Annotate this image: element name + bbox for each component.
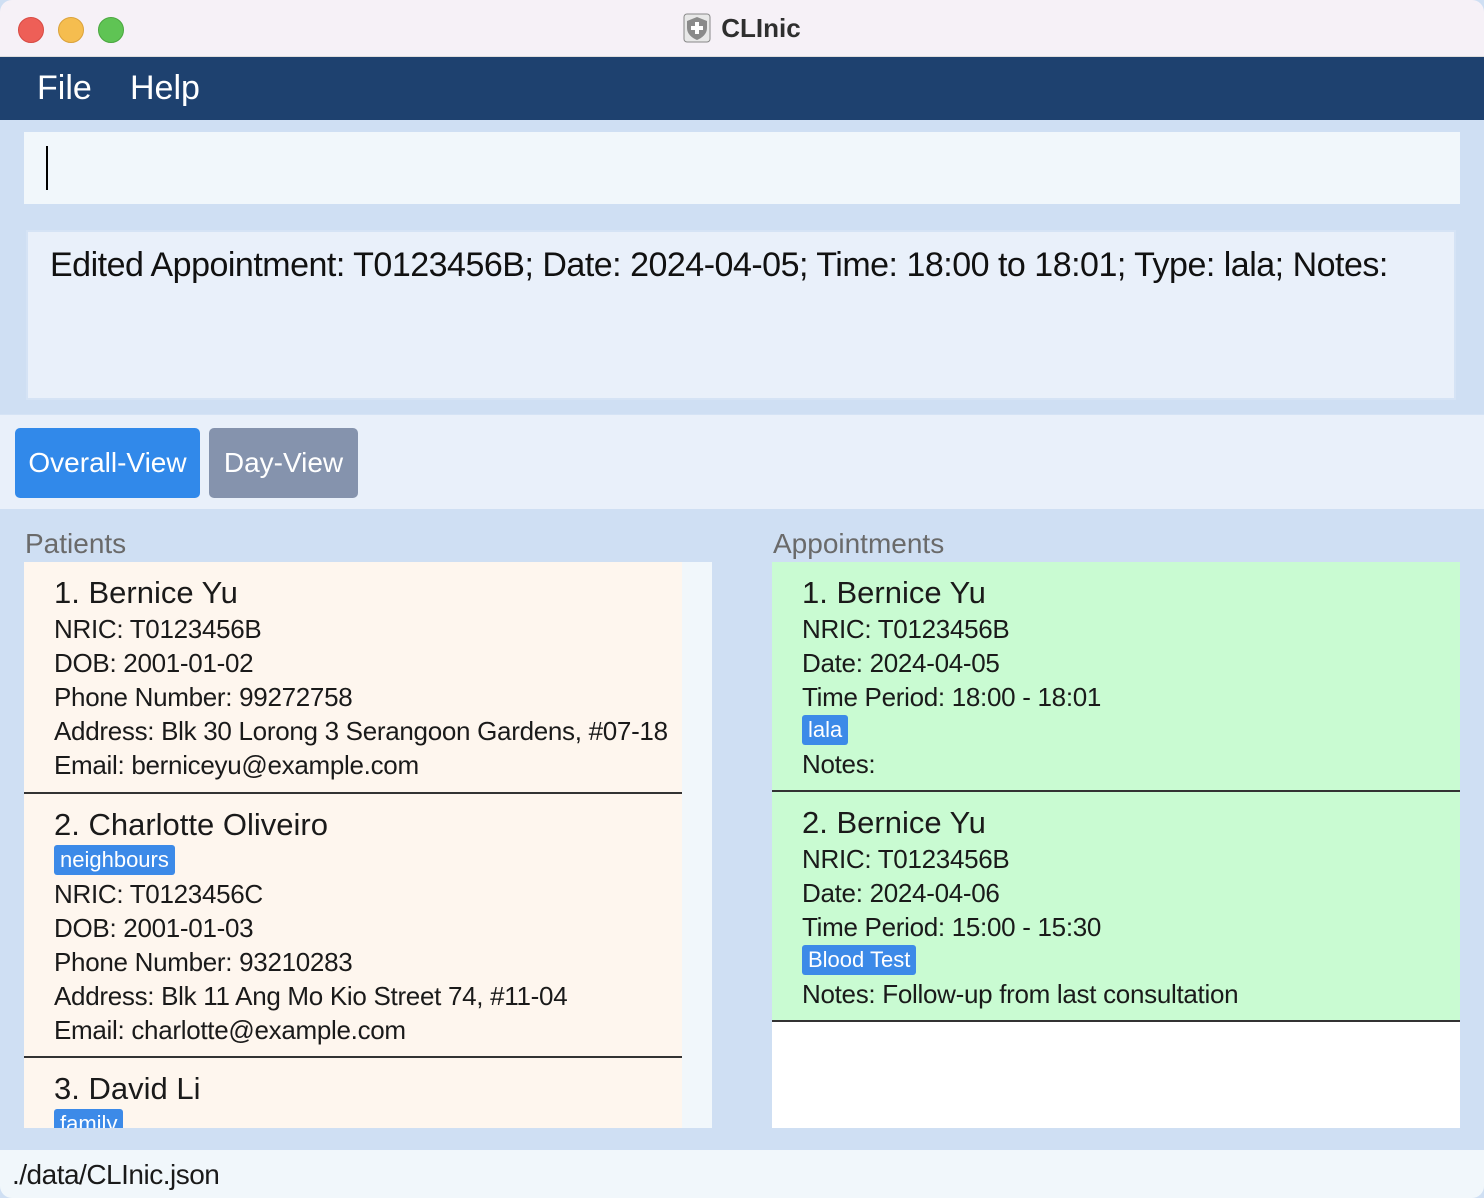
patient-address: Address: Blk 30 Lorong 3 Serangoon Garde… xyxy=(54,716,668,746)
patient-phone: Phone Number: 93210283 xyxy=(54,947,353,977)
shield-cross-icon xyxy=(683,13,711,43)
text-caret xyxy=(46,146,48,190)
window-title: CLInic xyxy=(0,13,1484,44)
result-display[interactable]: Edited Appointment: T0123456B; Date: 202… xyxy=(26,230,1456,400)
command-input[interactable] xyxy=(24,132,1460,204)
patient-tag: neighbours xyxy=(54,845,175,875)
appointments-label: Appointments xyxy=(773,528,945,559)
window-title-text: CLInic xyxy=(721,13,801,43)
day-view-button[interactable]: Day-View xyxy=(209,428,358,498)
patient-card[interactable]: 3. David Li family xyxy=(24,1058,682,1128)
patient-card[interactable]: 2. Charlotte Oliveiro neighbours NRIC: T… xyxy=(24,794,682,1058)
patient-phone: Phone Number: 99272758 xyxy=(54,682,353,712)
patients-list[interactable]: 1. Bernice Yu NRIC: T0123456B DOB: 2001-… xyxy=(24,562,712,1128)
patient-email: Email: berniceyu@example.com xyxy=(54,750,419,780)
appointment-card[interactable]: 2. Bernice Yu NRIC: T0123456B Date: 2024… xyxy=(772,792,1460,1022)
appointment-nric: NRIC: T0123456B xyxy=(802,614,1010,644)
status-bar: ./data/CLInic.json xyxy=(0,1150,1484,1198)
command-box-area xyxy=(0,120,1484,216)
title-bar: CLInic xyxy=(0,0,1484,57)
appointment-notes: Notes: Follow-up from last consultation xyxy=(802,979,1239,1009)
patients-label: Patients xyxy=(25,528,127,559)
appointment-date: Date: 2024-04-05 xyxy=(802,648,1000,678)
appointment-type-tag: lala xyxy=(802,715,849,745)
patient-email: Email: charlotte@example.com xyxy=(54,1015,406,1045)
appointments-list[interactable]: 1. Bernice Yu NRIC: T0123456B Date: 2024… xyxy=(772,562,1460,1128)
patient-name: 2. Charlotte Oliveiro xyxy=(54,807,328,842)
patient-tag: family xyxy=(54,1109,124,1128)
patient-nric: NRIC: T0123456B xyxy=(54,614,262,644)
appointment-nric: NRIC: T0123456B xyxy=(802,844,1010,874)
appointment-date: Date: 2024-04-06 xyxy=(802,878,1000,908)
patient-card[interactable]: 1. Bernice Yu NRIC: T0123456B DOB: 2001-… xyxy=(24,562,682,794)
menu-bar: File Help xyxy=(0,57,1484,120)
view-tab-bar: Overall-View Day-View xyxy=(0,414,1484,509)
patient-name: 3. David Li xyxy=(54,1071,201,1106)
patient-address: Address: Blk 11 Ang Mo Kio Street 74, #1… xyxy=(54,981,568,1011)
menu-help[interactable]: Help xyxy=(130,69,200,108)
appointment-notes: Notes: xyxy=(802,749,876,779)
patient-nric: NRIC: T0123456C xyxy=(54,879,263,909)
result-message: Edited Appointment: T0123456B; Date: 202… xyxy=(50,246,1388,284)
appointment-type-tag: Blood Test xyxy=(802,945,917,975)
appointment-time: Time Period: 18:00 - 18:01 xyxy=(802,682,1102,712)
save-file-path: ./data/CLInic.json xyxy=(12,1159,220,1190)
appointment-card[interactable]: 1. Bernice Yu NRIC: T0123456B Date: 2024… xyxy=(772,562,1460,792)
patient-dob: DOB: 2001-01-02 xyxy=(54,648,254,678)
result-display-area: Edited Appointment: T0123456B; Date: 202… xyxy=(0,216,1484,414)
appointment-time: Time Period: 15:00 - 15:30 xyxy=(802,912,1102,942)
menu-file[interactable]: File xyxy=(37,69,92,108)
appointment-patient-name: 1. Bernice Yu xyxy=(802,575,986,610)
app-window: CLInic File Help Edited Appointment: T01… xyxy=(0,0,1484,1198)
patient-dob: DOB: 2001-01-03 xyxy=(54,913,254,943)
overall-view-button[interactable]: Overall-View xyxy=(15,428,200,498)
patient-name: 1. Bernice Yu xyxy=(54,575,238,610)
appointment-patient-name: 2. Bernice Yu xyxy=(802,805,986,840)
